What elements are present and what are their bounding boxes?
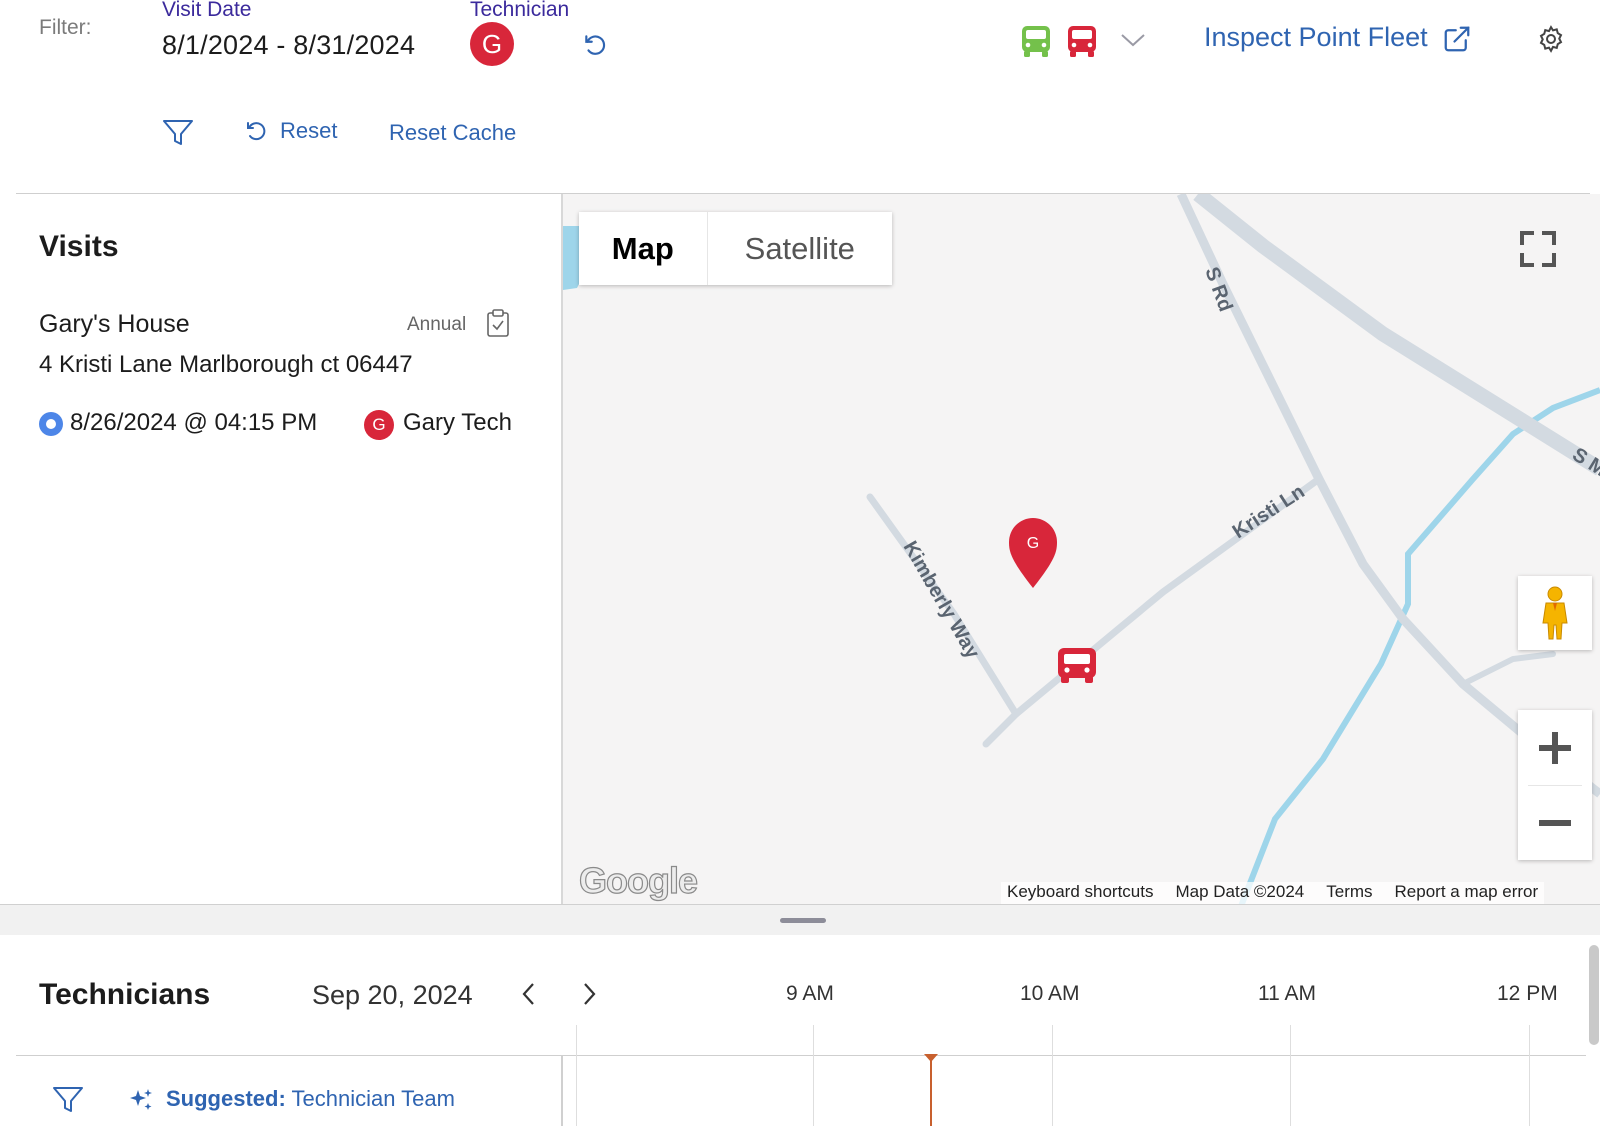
timeline-divider	[16, 1055, 1586, 1056]
hour-gridline	[1052, 1025, 1053, 1126]
hour-gridline	[813, 1025, 814, 1126]
visits-title: Visits	[39, 230, 119, 263]
map-data-text: Map Data ©2024	[1175, 882, 1305, 901]
gear-icon[interactable]	[1536, 24, 1566, 59]
map-footer: Keyboard shortcuts Map Data ©2024 Terms …	[1001, 882, 1545, 904]
inspect-point-fleet-link[interactable]: Inspect Point Fleet	[1204, 22, 1428, 53]
current-time-marker	[924, 1054, 938, 1062]
map-type-satellite-button[interactable]: Satellite	[708, 212, 892, 285]
reset-button[interactable]: Reset	[244, 118, 337, 144]
sparkle-icon	[128, 1087, 154, 1118]
keyboard-shortcuts-link[interactable]: Keyboard shortcuts	[1007, 882, 1153, 904]
visit-name: Gary's House	[39, 310, 190, 338]
chevron-down-icon[interactable]	[1120, 32, 1146, 53]
timeline-column-divider	[561, 1055, 563, 1126]
street-label-kimberly-way: Kimberly Way	[899, 538, 984, 664]
hour-gridline	[576, 1025, 577, 1126]
reset-icon	[247, 122, 266, 141]
reset-label: Reset	[280, 118, 338, 143]
filter-icon[interactable]	[162, 118, 194, 153]
chevron-left-icon	[522, 983, 534, 1005]
external-link-icon[interactable]	[1442, 24, 1472, 59]
visit-address: 4 Kristi Lane Marlborough ct 06447	[39, 351, 413, 378]
street-view-button[interactable]	[1518, 576, 1592, 650]
undo-icon[interactable]	[582, 32, 608, 63]
map-pin-label: G	[1027, 535, 1039, 552]
visit-tech-name: Gary Tech	[403, 409, 512, 436]
technician-filter-avatar[interactable]: G	[470, 22, 514, 66]
scrollbar-thumb[interactable]	[1589, 945, 1599, 1045]
hour-label: 9 AM	[786, 982, 834, 1005]
minus-icon	[1539, 820, 1571, 826]
zoom-controls	[1518, 710, 1592, 860]
current-time-indicator	[930, 1055, 932, 1126]
suggested-value: Technician Team	[291, 1086, 455, 1111]
fullscreen-button[interactable]	[1501, 212, 1575, 286]
next-day-button[interactable]	[580, 982, 598, 1011]
visit-date-label: Visit Date	[162, 0, 252, 21]
van-icon[interactable]	[1066, 24, 1098, 63]
hour-label: 11 AM	[1258, 982, 1316, 1005]
plus-icon	[1539, 732, 1571, 764]
filter-label: Filter:	[39, 16, 92, 39]
suggested-team-selector[interactable]: Suggested: Technician Team	[166, 1086, 455, 1112]
map-canvas[interactable]: S Rd Kristi Ln Kimberly Way S M G	[563, 194, 1600, 904]
fullscreen-icon	[1520, 231, 1556, 267]
visit-datetime: 8/26/2024 @ 04:15 PM	[70, 409, 318, 436]
visit-date-picker[interactable]: 8/1/2024 - 8/31/2024	[162, 30, 415, 61]
reset-cache-button[interactable]: Reset Cache	[389, 120, 516, 146]
street-label-kristi-ln: Kristi Ln	[1229, 481, 1309, 544]
clipboard-check-icon	[486, 308, 510, 343]
map-type-map-button[interactable]: Map	[579, 212, 708, 285]
filter-icon[interactable]	[52, 1085, 84, 1120]
van-icon[interactable]	[1020, 24, 1052, 63]
hour-label: 12 PM	[1497, 982, 1558, 1005]
zoom-in-button[interactable]	[1518, 710, 1592, 785]
street-label-s-rd: S Rd	[1200, 264, 1236, 314]
schedule-date[interactable]: Sep 20, 2024	[312, 980, 473, 1011]
suggested-prefix: Suggested:	[166, 1086, 286, 1111]
chevron-right-icon	[584, 983, 596, 1005]
technicians-title: Technicians	[39, 978, 211, 1011]
pegman-icon	[1542, 586, 1568, 640]
visit-type: Annual	[407, 314, 467, 335]
report-map-error-link[interactable]: Report a map error	[1395, 882, 1539, 904]
map-pin-icon[interactable]: G	[1009, 518, 1057, 588]
van-icon[interactable]	[1058, 648, 1096, 683]
zoom-out-button[interactable]	[1518, 786, 1592, 860]
previous-day-button[interactable]	[520, 982, 538, 1011]
visit-status-icon	[39, 412, 63, 436]
technician-filter-label: Technician	[470, 0, 570, 21]
google-logo: Google	[578, 859, 698, 901]
map-view[interactable]: S Rd Kristi Ln Kimberly Way S M G Map Sa…	[563, 194, 1600, 904]
drag-handle[interactable]	[780, 918, 826, 923]
map-type-toggle: Map Satellite	[579, 212, 892, 285]
hour-gridline	[1529, 1025, 1530, 1126]
terms-link[interactable]: Terms	[1326, 882, 1372, 904]
hour-gridline	[1290, 1025, 1291, 1126]
visit-tech-avatar: G	[364, 410, 394, 440]
hour-label: 10 AM	[1020, 982, 1080, 1005]
